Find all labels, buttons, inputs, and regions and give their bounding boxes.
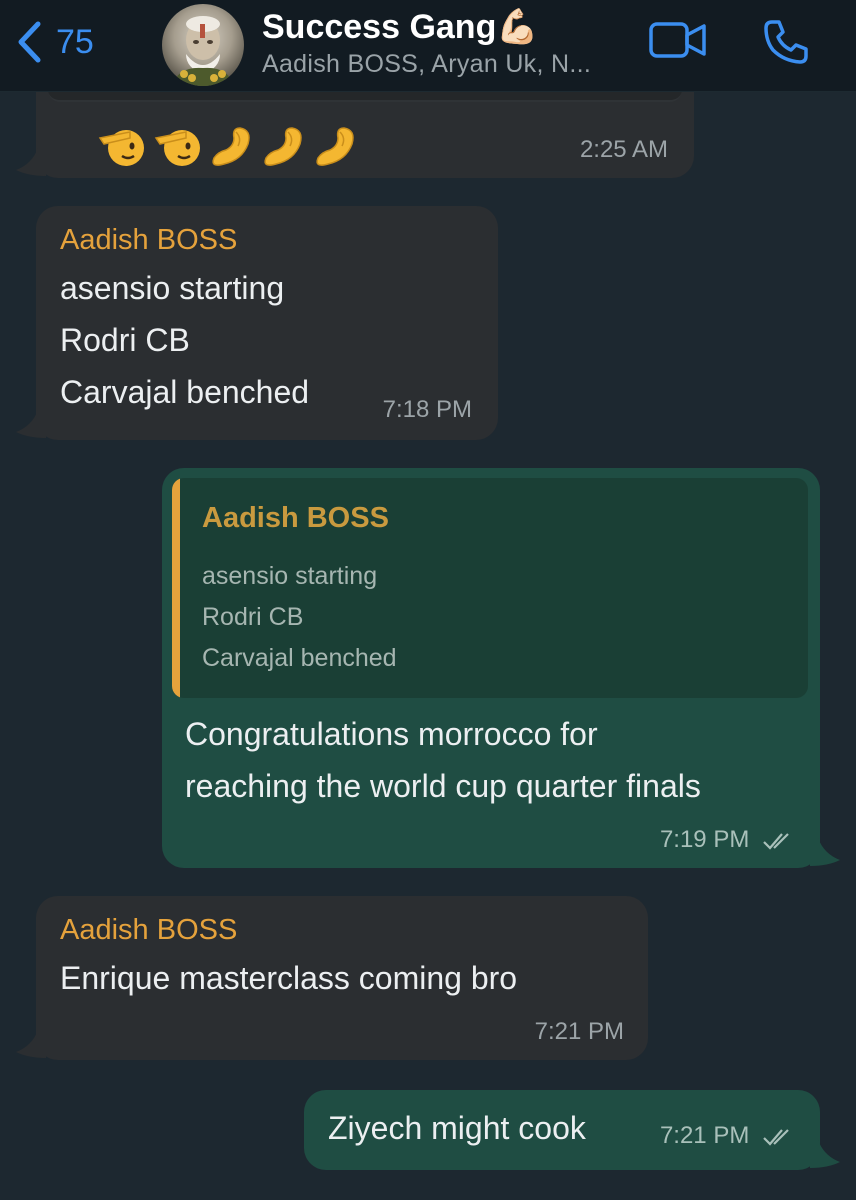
message-list[interactable]: 2:25 AM Aadish BOSS asensio starting Rod…: [0, 92, 856, 1200]
message-time: 7:21 PM: [659, 1122, 750, 1149]
bubble-tail: [16, 148, 46, 176]
message-time: 7:19 PM: [659, 826, 750, 853]
message-text: Enrique masterclass coming bro: [60, 952, 517, 1004]
quoted-sender-name: Aadish BOSS: [202, 502, 389, 534]
quote-accent-bar: [172, 478, 180, 698]
bubble-tail: [16, 1030, 46, 1058]
sender-name: Aadish BOSS: [60, 224, 238, 256]
chat-header: 75 Success Gang💪🏻 Aadish BOSS, Aryan Uk,…: [0, 0, 856, 92]
message-time-status: 7:21 PM: [660, 1122, 796, 1150]
message-line: reaching the world cup quarter finals: [185, 768, 701, 804]
chat-title-area[interactable]: Success Gang💪🏻 Aadish BOSS, Aryan Uk, N.…: [262, 6, 632, 80]
message-line: asensio starting: [60, 270, 285, 306]
read-receipt-icon: [763, 832, 789, 850]
pinched-fingers-emoji: [264, 127, 302, 166]
message-text: Congratulations morrocco for reaching th…: [185, 708, 701, 812]
pinched-fingers-emoji: [316, 127, 354, 166]
bubble-tail: [810, 1140, 840, 1168]
group-members: Aadish BOSS, Aryan Uk, N...: [262, 50, 592, 78]
message-bubble-incoming[interactable]: Aadish BOSS asensio starting Rodri CB Ca…: [36, 206, 498, 440]
message-line: Congratulations morrocco for: [185, 716, 598, 752]
message-time: 2:25 AM: [579, 136, 668, 163]
phone-call-icon: [760, 20, 812, 72]
message-text: Ziyech might cook: [328, 1102, 586, 1154]
pinched-fingers-emoji: [212, 127, 250, 166]
bubble-tail: [16, 410, 46, 438]
saluting-face-emoji: [98, 130, 144, 166]
message-line: Rodri CB: [60, 322, 190, 358]
message-bubble-incoming[interactable]: 2:25 AM: [36, 92, 694, 178]
voice-call-button[interactable]: [760, 16, 812, 73]
quoted-media-remnant: [48, 92, 682, 102]
sender-name: Aadish BOSS: [60, 914, 238, 946]
quoted-line: Carvajal benched: [202, 644, 397, 672]
group-name-text: Success Gang: [262, 8, 497, 46]
message-bubble-incoming[interactable]: Aadish BOSS Enrique masterclass coming b…: [36, 896, 648, 1060]
bubble-tail: [810, 838, 840, 866]
message-time-status: 7:19 PM: [660, 826, 796, 854]
back-button[interactable]: 75: [16, 20, 94, 64]
message-line: Carvajal benched: [60, 374, 310, 410]
message-time: 7:21 PM: [534, 1018, 624, 1045]
quoted-text: asensio starting Rodri CB Carvajal bench…: [202, 556, 397, 679]
message-time: 7:18 PM: [382, 396, 472, 423]
message-text: asensio starting Rodri CB Carvajal bench…: [60, 262, 309, 418]
chevron-left-icon: [16, 20, 42, 64]
video-call-icon: [648, 22, 708, 64]
saluting-face-emoji: [154, 130, 200, 166]
unread-count: 75: [56, 22, 94, 61]
read-receipt-icon: [763, 1128, 789, 1146]
group-name: Success Gang💪🏻: [262, 6, 632, 48]
message-bubble-outgoing[interactable]: Aadish BOSS asensio starting Rodri CB Ca…: [162, 468, 820, 868]
message-bubble-outgoing[interactable]: Ziyech might cook 7:21 PM: [304, 1090, 820, 1170]
emoji-message: [96, 124, 358, 168]
video-call-button[interactable]: [648, 20, 708, 65]
quoted-line: Rodri CB: [202, 603, 304, 631]
quoted-message[interactable]: Aadish BOSS asensio starting Rodri CB Ca…: [172, 478, 808, 698]
group-avatar[interactable]: [162, 4, 244, 86]
flexed-biceps-emoji: 💪🏻: [496, 8, 539, 46]
message-line: Ziyech might cook: [328, 1110, 586, 1146]
message-line: Enrique masterclass coming bro: [60, 960, 518, 996]
quoted-line: asensio starting: [202, 562, 378, 590]
